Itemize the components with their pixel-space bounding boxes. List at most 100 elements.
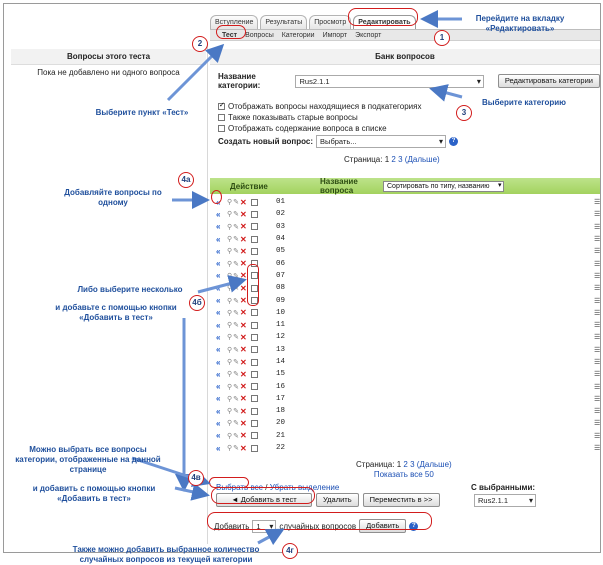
preview-icon[interactable]: ⚲ xyxy=(227,333,232,341)
preview-icon[interactable]: ⚲ xyxy=(227,309,232,317)
question-name[interactable]: 02 xyxy=(276,210,285,218)
add-to-test-icon[interactable]: « xyxy=(216,407,226,416)
pager-next[interactable]: (Дальше) xyxy=(405,155,440,164)
delete-button[interactable]: Удалить xyxy=(316,493,359,507)
edit-categories-button[interactable]: Редактировать категории xyxy=(497,74,600,88)
old-questions-checkbox[interactable] xyxy=(218,114,225,121)
add-to-test-icon[interactable]: « xyxy=(216,259,226,268)
add-to-test-icon[interactable]: « xyxy=(216,271,226,280)
row-checkbox[interactable] xyxy=(250,346,258,354)
edit-icon[interactable]: ✎ xyxy=(233,210,239,218)
question-name[interactable]: 17 xyxy=(276,395,285,403)
add-to-test-icon[interactable]: « xyxy=(216,333,226,342)
edit-icon[interactable]: ✎ xyxy=(233,284,239,292)
delete-icon[interactable]: ✕ xyxy=(240,284,247,293)
edit-icon[interactable]: ✎ xyxy=(233,419,239,427)
question-name[interactable]: 01 xyxy=(276,198,285,206)
edit-icon[interactable]: ✎ xyxy=(233,370,239,378)
edit-icon[interactable]: ✎ xyxy=(233,407,239,415)
subtab-import[interactable]: Импорт xyxy=(323,32,347,39)
preview-icon[interactable]: ⚲ xyxy=(227,419,232,427)
edit-icon[interactable]: ✎ xyxy=(233,297,239,305)
edit-icon[interactable]: ✎ xyxy=(233,198,239,206)
edit-icon[interactable]: ✎ xyxy=(233,346,239,354)
question-name[interactable]: 08 xyxy=(276,284,285,292)
pager-link-3[interactable]: 3 xyxy=(398,155,402,164)
preview-icon[interactable]: ⚲ xyxy=(227,198,232,206)
col-name[interactable]: Название вопроса xyxy=(320,177,383,195)
edit-icon[interactable]: ✎ xyxy=(233,333,239,341)
add-to-test-icon[interactable]: « xyxy=(216,247,226,256)
delete-icon[interactable]: ✕ xyxy=(240,235,247,244)
edit-icon[interactable]: ✎ xyxy=(233,247,239,255)
add-to-test-icon[interactable]: « xyxy=(216,210,226,219)
delete-icon[interactable]: ✕ xyxy=(240,222,247,231)
question-name[interactable]: 06 xyxy=(276,260,285,268)
add-to-test-icon[interactable]: « xyxy=(216,394,226,403)
preview-icon[interactable]: ⚲ xyxy=(227,432,232,440)
subtab-questions[interactable]: Вопросы xyxy=(245,32,274,39)
preview-icon[interactable]: ⚲ xyxy=(227,235,232,243)
edit-icon[interactable]: ✎ xyxy=(233,358,239,366)
row-checkbox[interactable] xyxy=(250,333,258,341)
add-to-test-icon[interactable]: « xyxy=(216,284,226,293)
edit-icon[interactable]: ✎ xyxy=(233,309,239,317)
question-name[interactable]: 13 xyxy=(276,346,285,354)
edit-icon[interactable]: ✎ xyxy=(233,260,239,268)
add-to-test-icon[interactable]: « xyxy=(216,444,226,453)
delete-icon[interactable]: ✕ xyxy=(240,296,247,305)
delete-icon[interactable]: ✕ xyxy=(240,370,247,379)
delete-icon[interactable]: ✕ xyxy=(240,419,247,428)
preview-icon[interactable]: ⚲ xyxy=(227,346,232,354)
category-select[interactable]: Rus2.1.1 xyxy=(295,74,484,88)
delete-icon[interactable]: ✕ xyxy=(240,407,247,416)
edit-icon[interactable]: ✎ xyxy=(233,444,239,452)
question-name[interactable]: 12 xyxy=(276,333,285,341)
question-name[interactable]: 04 xyxy=(276,235,285,243)
pager-link-2[interactable]: 2 xyxy=(403,460,407,469)
edit-icon[interactable]: ✎ xyxy=(233,395,239,403)
row-checkbox[interactable] xyxy=(250,309,258,317)
move-to-button[interactable]: Переместить в >> xyxy=(362,493,440,507)
row-checkbox[interactable] xyxy=(250,383,258,391)
row-checkbox[interactable] xyxy=(250,444,258,452)
row-checkbox[interactable] xyxy=(250,223,258,231)
add-to-test-icon[interactable]: « xyxy=(216,222,226,231)
delete-icon[interactable]: ✕ xyxy=(240,431,247,440)
question-name[interactable]: 21 xyxy=(276,432,285,440)
add-to-test-icon[interactable]: « xyxy=(216,431,226,440)
preview-icon[interactable]: ⚲ xyxy=(227,297,232,305)
edit-icon[interactable]: ✎ xyxy=(233,272,239,280)
row-checkbox[interactable] xyxy=(250,358,258,366)
question-name[interactable]: 15 xyxy=(276,370,285,378)
subtab-export[interactable]: Экспорт xyxy=(355,32,381,39)
preview-icon[interactable]: ⚲ xyxy=(227,247,232,255)
delete-icon[interactable]: ✕ xyxy=(240,271,247,280)
pager-next[interactable]: (Дальше) xyxy=(417,460,452,469)
delete-icon[interactable]: ✕ xyxy=(240,308,247,317)
preview-icon[interactable]: ⚲ xyxy=(227,407,232,415)
tab-preview[interactable]: Просмотр xyxy=(309,15,352,29)
add-to-test-icon[interactable]: « xyxy=(216,419,226,428)
question-name[interactable]: 16 xyxy=(276,383,285,391)
edit-icon[interactable]: ✎ xyxy=(233,432,239,440)
edit-icon[interactable]: ✎ xyxy=(233,321,239,329)
preview-icon[interactable]: ⚲ xyxy=(227,210,232,218)
add-to-test-icon[interactable]: « xyxy=(216,382,226,391)
add-to-test-icon[interactable]: « xyxy=(216,296,226,305)
question-name[interactable]: 03 xyxy=(276,223,285,231)
tab-results[interactable]: Результаты xyxy=(260,15,308,29)
row-checkbox[interactable] xyxy=(250,395,258,403)
add-to-test-icon[interactable]: « xyxy=(216,235,226,244)
question-name[interactable]: 05 xyxy=(276,247,285,255)
row-checkbox[interactable] xyxy=(250,198,258,206)
question-name[interactable]: 09 xyxy=(276,297,285,305)
edit-icon[interactable]: ✎ xyxy=(233,235,239,243)
preview-icon[interactable]: ⚲ xyxy=(227,321,232,329)
preview-icon[interactable]: ⚲ xyxy=(227,358,232,366)
row-checkbox[interactable] xyxy=(250,407,258,415)
delete-icon[interactable]: ✕ xyxy=(240,333,247,342)
add-to-test-icon[interactable]: « xyxy=(216,358,226,367)
preview-icon[interactable]: ⚲ xyxy=(227,444,232,452)
preview-icon[interactable]: ⚲ xyxy=(227,260,232,268)
